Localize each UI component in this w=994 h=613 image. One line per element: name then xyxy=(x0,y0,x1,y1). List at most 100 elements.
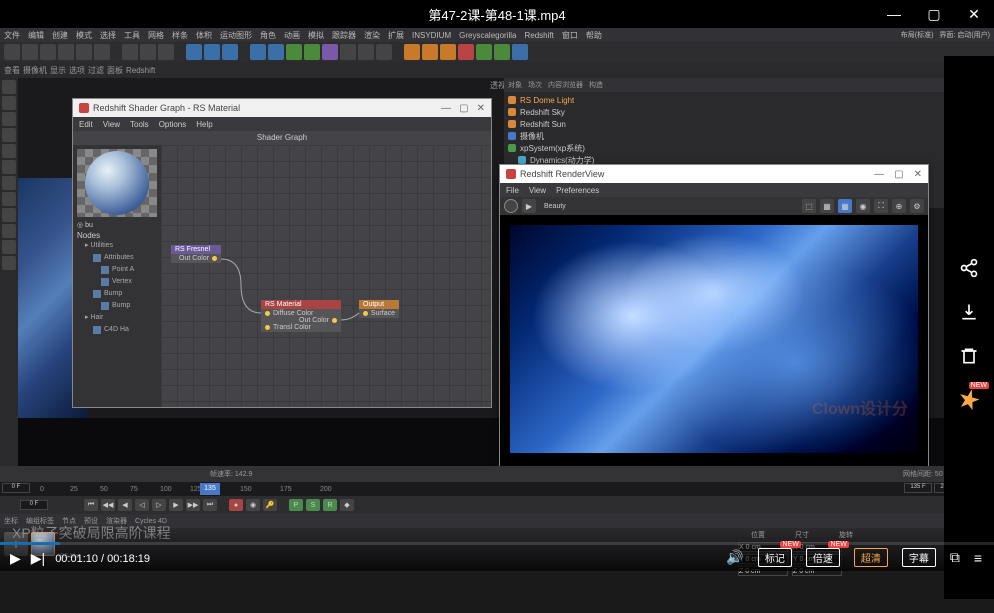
menu-help[interactable]: 帮助 xyxy=(586,30,602,41)
tree-bump[interactable]: Bump xyxy=(77,288,157,300)
palette-icon[interactable] xyxy=(2,144,16,158)
vp-panel[interactable]: 面板 xyxy=(107,65,123,76)
tool-rendersettings-icon[interactable] xyxy=(222,44,238,60)
tool-xp2-icon[interactable] xyxy=(422,44,438,60)
prev-key-icon[interactable]: ◀◀ xyxy=(101,499,115,511)
tool-xp1-icon[interactable] xyxy=(404,44,420,60)
tool-deformer-icon[interactable] xyxy=(322,44,338,60)
tool-yaxis-icon[interactable] xyxy=(140,44,156,60)
menu-animate[interactable]: 动画 xyxy=(284,30,300,41)
tag-speed[interactable]: NEW倍速 xyxy=(806,548,840,567)
c4d-menubar[interactable]: 文件 编辑 创建 模式 选择 工具 网格 样条 体积 运动图形 角色 动画 模拟… xyxy=(0,28,994,42)
next-button[interactable]: ▶| xyxy=(31,550,45,567)
play-backward-icon[interactable]: ◁ xyxy=(135,499,149,511)
tool-xaxis-icon[interactable] xyxy=(122,44,138,60)
menu-gsg[interactable]: Greyscalegorilla xyxy=(459,31,516,40)
tool-cube-icon[interactable] xyxy=(250,44,266,60)
goto-start-icon[interactable]: ⏮ xyxy=(84,499,98,511)
node-output[interactable]: Output Surface xyxy=(359,300,399,318)
maximize-button[interactable]: ▢ xyxy=(914,0,954,28)
menu-mograph[interactable]: 运动图形 xyxy=(220,30,252,41)
timeline-track[interactable]: 0 F 0 25 50 75 100 125 135 150 175 200 1… xyxy=(0,482,994,496)
aov-select[interactable]: Beauty xyxy=(540,203,570,210)
next-key-icon[interactable]: ▶▶ xyxy=(186,499,200,511)
tree-vertex[interactable]: Vertex xyxy=(77,276,157,288)
palette-icon[interactable] xyxy=(2,256,16,270)
tool-xp7-icon[interactable] xyxy=(512,44,528,60)
shader-menu-edit[interactable]: Edit xyxy=(79,120,93,129)
tool-select-icon[interactable] xyxy=(40,44,56,60)
snapshot-icon[interactable]: ◉ xyxy=(856,199,870,213)
pin-icon[interactable]: NEW xyxy=(957,388,981,412)
tree-pointa[interactable]: Point A xyxy=(77,264,157,276)
tree-utilities[interactable]: ▸ Utilities xyxy=(77,240,157,252)
palette-icon[interactable] xyxy=(2,96,16,110)
menu-render[interactable]: 渲染 xyxy=(364,30,380,41)
tool-environment-icon[interactable] xyxy=(340,44,356,60)
palette-icon[interactable] xyxy=(2,176,16,190)
grid-icon[interactable]: ▦ xyxy=(838,199,852,213)
tree-bump2[interactable]: Bump xyxy=(77,300,157,312)
download-icon[interactable] xyxy=(957,300,981,324)
obj-item[interactable]: 摄像机 xyxy=(508,130,990,142)
ipr-toggle-icon[interactable] xyxy=(504,199,518,213)
tool-spline2-icon[interactable] xyxy=(268,44,284,60)
field-end1[interactable]: 135 F xyxy=(904,483,932,493)
menu-extensions[interactable]: 扩展 xyxy=(388,30,404,41)
renderview-window[interactable]: Redshift RenderView — ▢ ✕ File View Pref… xyxy=(499,164,929,502)
menu-file[interactable]: 文件 xyxy=(4,30,20,41)
record-icon[interactable]: ● xyxy=(229,499,243,511)
menu-character[interactable]: 角色 xyxy=(260,30,276,41)
settings-icon[interactable]: ⚙ xyxy=(910,199,924,213)
render-viewport[interactable]: Clown设计分 Frame 135: 2021-08-04 17:59:05 … xyxy=(500,215,928,483)
autokey-icon[interactable]: ◉ xyxy=(246,499,260,511)
volume-icon[interactable]: 🔊 xyxy=(726,549,743,566)
shader-menu-help[interactable]: Help xyxy=(196,120,212,129)
render-menu-file[interactable]: File xyxy=(506,186,519,195)
key-icon[interactable]: 🔑 xyxy=(263,499,277,511)
tag-mark[interactable]: NEW标记 xyxy=(758,548,792,567)
tool-move-icon[interactable] xyxy=(58,44,74,60)
shader-maximize-icon[interactable]: ▢ xyxy=(459,103,468,114)
field-start1[interactable]: 0 F xyxy=(2,483,30,493)
render-minimize-icon[interactable]: — xyxy=(874,169,884,180)
tool-camera-icon[interactable] xyxy=(358,44,374,60)
obj-item[interactable]: RS Dome Light xyxy=(508,94,990,106)
tool-redo-icon[interactable] xyxy=(22,44,38,60)
menu-insydium[interactable]: INSYDIUM xyxy=(412,31,451,40)
tab-objects[interactable]: 对象 xyxy=(508,80,522,90)
palette-icon[interactable] xyxy=(2,240,16,254)
obj-item[interactable]: xpSystem(xp系统) xyxy=(508,142,990,154)
menu-window[interactable]: 窗口 xyxy=(562,30,578,41)
play-button[interactable]: ▶ xyxy=(10,550,21,567)
tool-xp5-icon[interactable] xyxy=(476,44,492,60)
tool-light-icon[interactable] xyxy=(376,44,392,60)
bucket-icon[interactable]: ▦ xyxy=(820,199,834,213)
menu-select[interactable]: 选择 xyxy=(100,30,116,41)
tree-hair[interactable]: ▸ Hair xyxy=(77,312,157,324)
render-menu-prefs[interactable]: Preferences xyxy=(556,186,599,195)
menu-volume[interactable]: 体积 xyxy=(196,30,212,41)
menu-mode[interactable]: 模式 xyxy=(76,30,92,41)
palette-icon[interactable] xyxy=(2,80,16,94)
render-close-icon[interactable]: ✕ xyxy=(914,169,922,180)
tool-rotate-icon[interactable] xyxy=(94,44,110,60)
scale-key-icon[interactable]: S xyxy=(306,499,320,511)
pos-key-icon[interactable]: P xyxy=(289,499,303,511)
close-button[interactable]: ✕ xyxy=(954,0,994,28)
node-fresnel[interactable]: RS Fresnel Out Color xyxy=(171,245,221,263)
menu-redshift[interactable]: Redshift xyxy=(524,31,553,40)
vp-redshift[interactable]: Redshift xyxy=(126,66,155,75)
goto-end-icon[interactable]: ⏭ xyxy=(203,499,217,511)
tool-render-icon[interactable] xyxy=(186,44,202,60)
list-icon[interactable]: ≡ xyxy=(974,550,982,566)
menu-create[interactable]: 创建 xyxy=(52,30,68,41)
obj-item[interactable]: Redshift Sky xyxy=(508,106,990,118)
palette-icon[interactable] xyxy=(2,192,16,206)
tool-renderregion-icon[interactable] xyxy=(204,44,220,60)
tool-generator-icon[interactable] xyxy=(304,44,320,60)
tool-xp6-icon[interactable] xyxy=(494,44,510,60)
shader-titlebar[interactable]: Redshift Shader Graph - RS Material — ▢ … xyxy=(73,99,491,117)
menu-tracker[interactable]: 跟踪器 xyxy=(332,30,356,41)
tab-takes[interactable]: 场次 xyxy=(528,80,542,90)
